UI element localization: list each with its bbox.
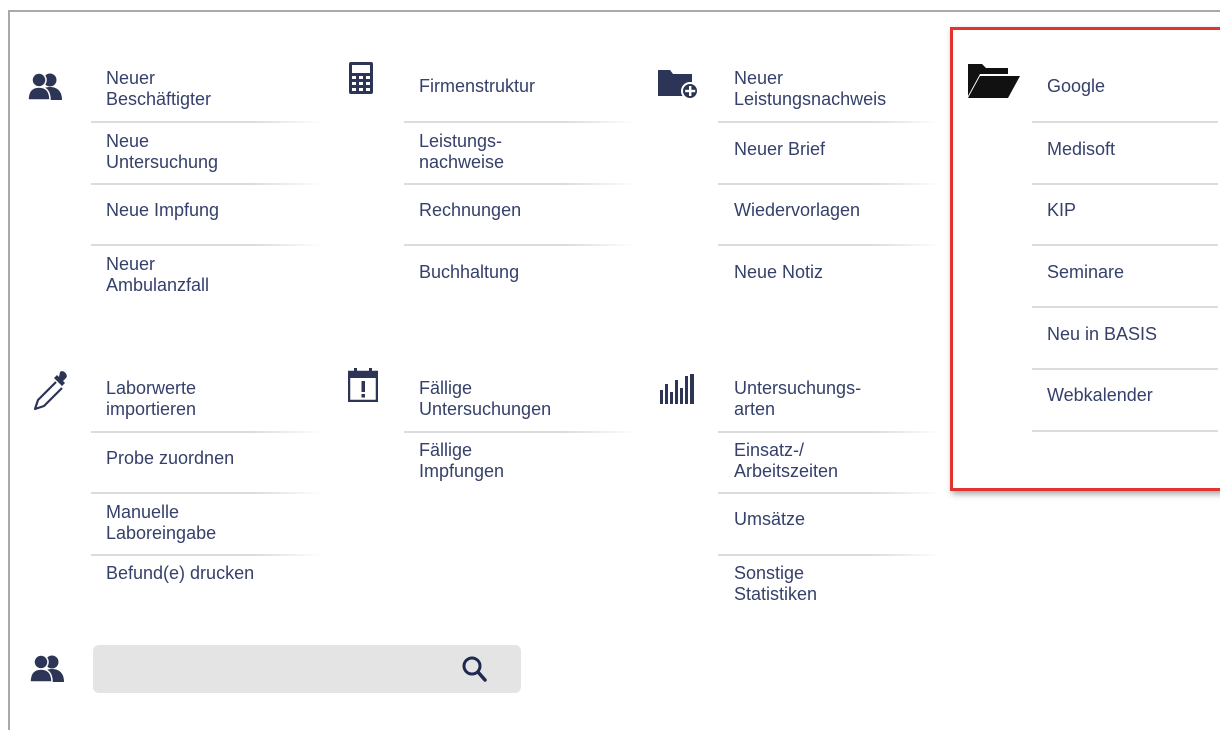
menu-item-assign-sample[interactable]: Probe zuordnen	[106, 448, 234, 469]
menu-item-import-lab-values[interactable]: Laborwerte importieren	[106, 378, 196, 420]
bar-chart-icon	[660, 374, 694, 404]
employee-search-bar	[93, 645, 521, 693]
link-kip[interactable]: KIP	[1047, 200, 1076, 221]
menu-item-invoices[interactable]: Rechnungen	[419, 200, 521, 221]
menu-item-new-vaccination[interactable]: Neue Impfung	[106, 200, 219, 221]
menu-item-print-findings[interactable]: Befund(e) drucken	[106, 563, 254, 584]
menu-item-new-examination[interactable]: Neue Untersuchung	[106, 131, 218, 173]
users-icon	[28, 72, 62, 100]
menu-item-new-ambulance-case[interactable]: Neuer Ambulanzfall	[106, 254, 209, 296]
calendar-alert-icon	[348, 368, 378, 402]
menu-item-new-note[interactable]: Neue Notiz	[734, 262, 823, 283]
link-medisoft[interactable]: Medisoft	[1047, 139, 1115, 160]
menu-item-working-times[interactable]: Einsatz-/ Arbeitszeiten	[734, 440, 838, 482]
menu-item-revenue[interactable]: Umsätze	[734, 509, 805, 530]
menu-item-service-records[interactable]: Leistungs- nachweise	[419, 131, 504, 173]
menu-item-follow-ups[interactable]: Wiedervorlagen	[734, 200, 860, 221]
link-neu-in-basis[interactable]: Neu in BASIS	[1047, 324, 1157, 345]
menu-item-new-service-record[interactable]: Neuer Leistungsnachweis	[734, 68, 886, 110]
menu-item-new-employee[interactable]: Neuer Beschäftigter	[106, 68, 211, 110]
link-google[interactable]: Google	[1047, 76, 1105, 97]
calculator-icon	[349, 62, 373, 94]
search-input[interactable]	[107, 655, 451, 685]
folder-add-icon	[658, 70, 699, 100]
menu-item-manual-lab-entry[interactable]: Manuelle Laboreingabe	[106, 502, 216, 544]
menu-item-examination-types[interactable]: Untersuchungs- arten	[734, 378, 861, 420]
menu-item-other-statistics[interactable]: Sonstige Statistiken	[734, 563, 817, 605]
search-icon[interactable]	[461, 655, 487, 683]
folder-open-icon	[968, 64, 1020, 98]
link-seminare[interactable]: Seminare	[1047, 262, 1124, 283]
menu-item-company-structure[interactable]: Firmenstruktur	[419, 76, 535, 97]
menu-item-new-letter[interactable]: Neuer Brief	[734, 139, 825, 160]
link-webkalender[interactable]: Webkalender	[1047, 385, 1153, 406]
menu-item-due-examinations[interactable]: Fällige Untersuchungen	[419, 378, 551, 420]
menu-item-due-vaccinations[interactable]: Fällige Impfungen	[419, 440, 504, 482]
pipette-icon	[33, 371, 67, 411]
users-icon	[30, 654, 64, 682]
menu-item-accounting[interactable]: Buchhaltung	[419, 262, 519, 283]
